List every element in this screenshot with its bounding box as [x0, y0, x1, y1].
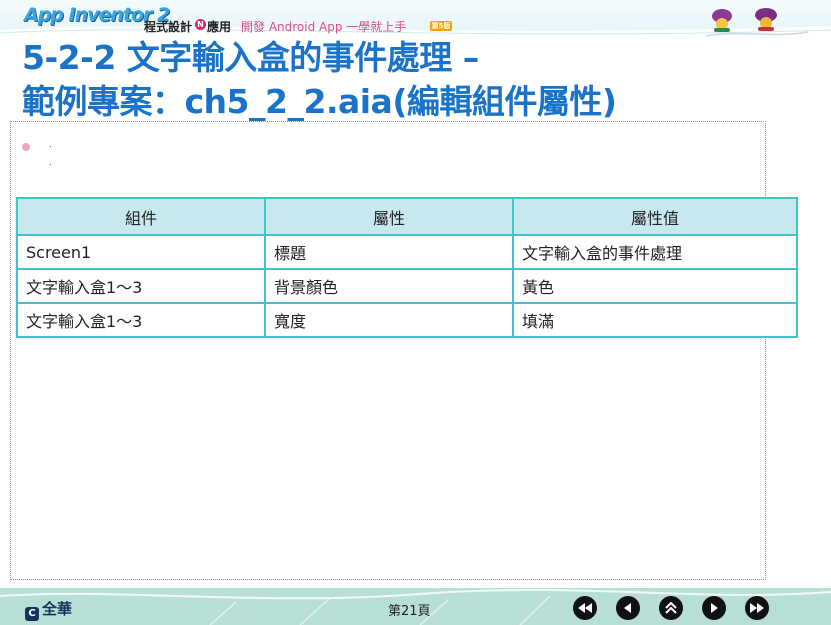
mascot-illustration-icon	[705, 8, 809, 37]
home-button[interactable]	[659, 596, 683, 620]
first-page-button[interactable]	[573, 596, 597, 620]
table-row: Screen1 標題 文字輸入盒的事件處理	[16, 234, 798, 270]
table-row: 文字輸入盒1～3 寬度 填滿	[16, 302, 798, 338]
cell-component: 文字輸入盒1～3	[16, 268, 266, 304]
logo-badge: N	[195, 19, 206, 30]
cell-property: 標題	[264, 234, 514, 270]
cell-component: Screen1	[16, 234, 266, 270]
bullet-icon	[22, 143, 30, 151]
cell-value: 文字輸入盒的事件處理	[512, 234, 798, 270]
content-placeholder-frame	[10, 121, 766, 580]
publisher-mark-icon: C	[25, 607, 39, 621]
column-header-property: 屬性	[264, 197, 514, 236]
table-row: 文字輸入盒1～3 背景顏色 黃色	[16, 268, 798, 304]
cell-property: 背景顏色	[264, 268, 514, 304]
next-page-icon	[711, 603, 718, 613]
component-property-table: 組件 屬性 屬性值 Screen1 標題 文字輸入盒的事件處理 文字輸入盒1～3…	[16, 197, 798, 338]
column-header-component: 組件	[16, 197, 266, 236]
publisher-name: 全華	[42, 600, 73, 618]
cell-value: 填滿	[512, 302, 798, 338]
home-icon	[665, 602, 677, 614]
slide-title: 5-2-2 文字輸入盒的事件處理 – 範例專案：ch5_2_2.aia(編輯組件…	[22, 36, 617, 124]
slide-title-line-2: 範例專案：ch5_2_2.aia(編輯組件屬性)	[22, 82, 617, 121]
previous-page-icon	[624, 603, 631, 613]
cell-component: 文字輸入盒1～3	[16, 302, 266, 338]
previous-page-button[interactable]	[616, 596, 640, 620]
placeholder-dot	[50, 164, 51, 165]
column-header-value: 屬性值	[512, 197, 798, 236]
next-page-button[interactable]	[702, 596, 726, 620]
logo-text-programming: 程式設計	[144, 20, 193, 34]
edition-badge: 第5版	[430, 21, 452, 31]
cell-property: 寬度	[264, 302, 514, 338]
last-page-button[interactable]	[745, 596, 769, 620]
publisher-logo: C 全華	[25, 598, 72, 621]
cell-value: 黃色	[512, 268, 798, 304]
slide-title-line-1: 5-2-2 文字輸入盒的事件處理 –	[22, 38, 479, 77]
last-page-icon	[750, 603, 764, 613]
placeholder-dot	[50, 146, 51, 147]
table-header-row: 組件 屬性 屬性值	[16, 197, 798, 236]
logo-subtitle: 開發 Android App 一學就上手	[241, 20, 407, 34]
page-number: 第21頁	[388, 604, 431, 619]
logo-text-application: 應用	[207, 20, 232, 34]
first-page-icon	[578, 603, 592, 613]
